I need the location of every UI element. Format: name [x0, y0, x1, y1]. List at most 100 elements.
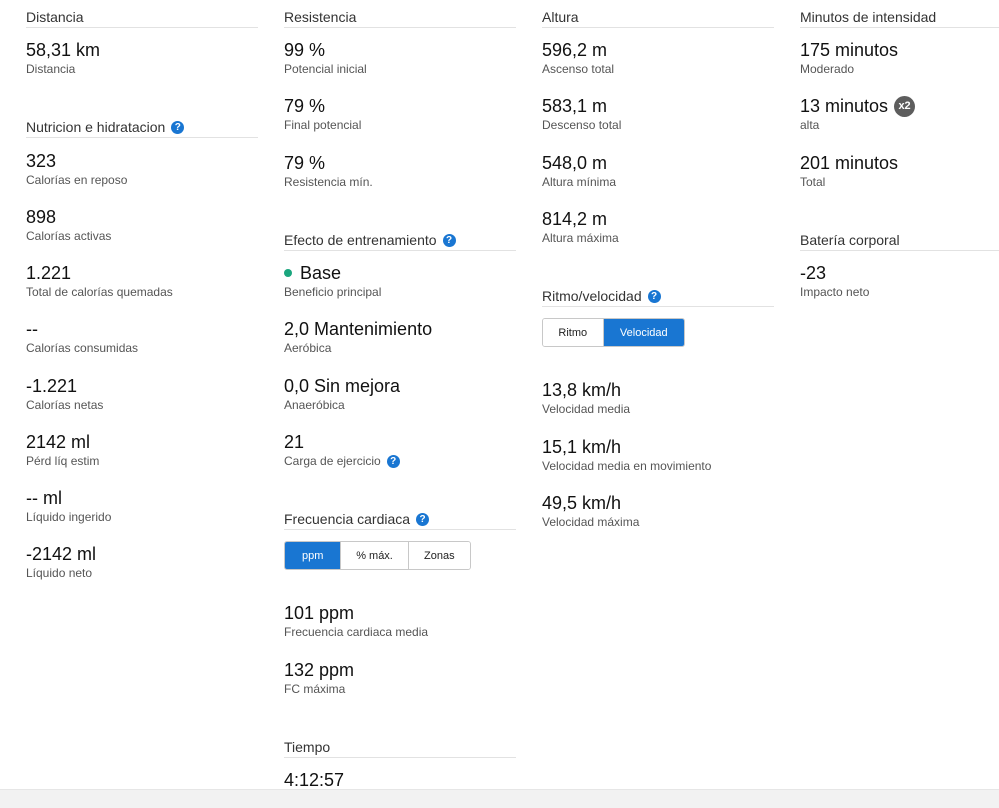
stat-max-heart-rate: 132 ppm FC máxima	[284, 659, 354, 696]
tab-pace[interactable]: Ritmo	[543, 319, 604, 346]
tab-percent-max[interactable]: % máx.	[341, 542, 409, 569]
stat-label: Total de calorías quemadas	[26, 285, 173, 299]
help-icon[interactable]: ?	[171, 120, 185, 134]
stat-label: Resistencia mín.	[284, 175, 373, 189]
stat-value: 814,2 m	[542, 209, 608, 229]
stat-label: FC máxima	[284, 682, 346, 696]
stat-value: 49,5 km/h	[542, 493, 622, 513]
stat-resting-calories: 323 Calorías en reposo	[26, 150, 127, 187]
tab-speed[interactable]: Velocidad	[603, 319, 684, 346]
stat-value: -2142 ml	[26, 544, 97, 564]
stat-value: 548,0 m	[542, 153, 608, 173]
stat-body-battery: -23 Impacto neto	[800, 262, 869, 299]
pace-speed-toggle: Ritmo Velocidad	[542, 318, 685, 347]
stat-value: 2,0 Mantenimiento	[284, 319, 433, 339]
stat-value: 201 minutos	[800, 153, 899, 173]
stat-value: 101 ppm	[284, 603, 355, 623]
stat-avg-moving-speed: 15,1 km/h Velocidad media en movimiento	[542, 436, 711, 473]
stat-net-calories: -1.221 Calorías netas	[26, 375, 103, 412]
stat-value: --	[26, 319, 38, 339]
help-icon[interactable]: ?	[386, 454, 400, 468]
stat-value: 1.221	[26, 263, 72, 283]
stat-label: Moderado	[800, 62, 855, 76]
stat-exercise-load: 21 Carga de ejercicio ?	[284, 431, 400, 468]
section-title-heart-rate: Frecuencia cardiaca ?	[284, 510, 516, 530]
section-title-time: Tiempo	[284, 738, 516, 758]
stat-value: 0,0 Sin mejora	[284, 376, 401, 396]
stat-max-elevation: 814,2 m Altura máxima	[542, 208, 619, 245]
stat-value: 583,1 m	[542, 96, 608, 116]
stat-label: Descenso total	[542, 118, 622, 132]
stat-max-speed: 49,5 km/h Velocidad máxima	[542, 492, 639, 529]
stat-label: Calorías en reposo	[26, 173, 128, 187]
stat-primary-benefit: Base Beneficio principal	[284, 262, 381, 299]
stat-label: Líquido neto	[26, 566, 93, 580]
section-title-intensity: Minutos de intensidad	[800, 8, 999, 28]
tab-ppm[interactable]: ppm	[285, 542, 342, 569]
stat-total-calories: 1.221 Total de calorías quemadas	[26, 262, 173, 299]
stat-label: Impacto neto	[800, 285, 870, 299]
tab-zones[interactable]: Zonas	[408, 542, 470, 569]
stat-aerobic: 2,0 Mantenimiento Aeróbica	[284, 318, 432, 355]
stat-label: Anaeróbica	[284, 398, 345, 412]
stat-avg-speed: 13,8 km/h Velocidad media	[542, 379, 630, 416]
stat-label: Calorías netas	[26, 398, 104, 412]
stat-label: Beneficio principal	[284, 285, 382, 299]
stat-min-elevation: 548,0 m Altura mínima	[542, 152, 616, 189]
stat-value: 4:12:57	[284, 770, 345, 790]
stat-value: 21	[284, 432, 305, 452]
section-title-pace-speed: Ritmo/velocidad ?	[542, 287, 774, 307]
help-icon[interactable]: ?	[442, 233, 456, 247]
stat-value: -23	[800, 263, 827, 283]
stat-label: Final potencial	[284, 118, 362, 132]
stat-distance: 58,31 km Distancia	[26, 39, 100, 76]
stat-value: 596,2 m	[542, 40, 608, 60]
stat-end-potential: 79 % Final potencial	[284, 95, 361, 132]
stat-moderate-minutes: 175 minutos Moderado	[800, 39, 898, 76]
stat-value: 175 minutos	[800, 40, 899, 60]
section-title-elevation: Altura	[542, 8, 774, 28]
stat-net-fluid: -2142 ml Líquido neto	[26, 543, 96, 580]
stat-value: 15,1 km/h	[542, 437, 622, 457]
stat-value: 898	[26, 207, 57, 227]
stat-label: Total	[800, 175, 826, 189]
help-icon[interactable]: ?	[416, 512, 430, 526]
stat-total-ascent: 596,2 m Ascenso total	[542, 39, 614, 76]
section-title-training-effect: Efecto de entrenamiento ?	[284, 231, 516, 251]
stat-label: Calorías consumidas	[26, 341, 139, 355]
multiplier-badge: x2	[894, 95, 916, 117]
stat-label: Pérd líq estim	[26, 454, 100, 468]
section-title-nutrition: Nutricion e hidratacion ?	[26, 118, 258, 138]
stat-value: 58,31 km	[26, 40, 101, 60]
stat-value: Base	[284, 262, 381, 284]
stat-value: 132 ppm	[284, 660, 355, 680]
status-dot-icon	[284, 269, 292, 277]
stat-label: Frecuencia cardiaca media	[284, 625, 429, 639]
stat-anaerobic: 0,0 Sin mejora Anaeróbica	[284, 375, 400, 412]
help-icon[interactable]: ?	[647, 289, 661, 303]
stat-label: Velocidad media	[542, 402, 631, 416]
stat-label: Velocidad media en movimiento	[542, 459, 712, 473]
section-title-stamina: Resistencia	[284, 8, 516, 28]
stat-value: 79 %	[284, 153, 326, 173]
section-title-distance: Distancia	[26, 8, 258, 28]
stat-value: 99 %	[284, 40, 326, 60]
stat-label: Calorías activas	[26, 229, 112, 243]
stat-time: 4:12:57	[284, 769, 344, 791]
stat-label: Ascenso total	[542, 62, 615, 76]
stat-value: -1.221	[26, 376, 78, 396]
stat-label: Altura mínima	[542, 175, 617, 189]
stat-vigorous-minutes: 13 minutos x2 alta	[800, 95, 916, 132]
stat-value: -- ml	[26, 488, 62, 508]
stat-active-calories: 898 Calorías activas	[26, 206, 111, 243]
stat-min-stamina: 79 % Resistencia mín.	[284, 152, 373, 189]
stat-value: 13,8 km/h	[542, 380, 622, 400]
stat-fluid-intake: -- ml Líquido ingerido	[26, 487, 111, 524]
bottom-bar	[0, 789, 999, 808]
stat-label: Carga de ejercicio ?	[284, 454, 400, 468]
stat-label: Líquido ingerido	[26, 510, 112, 524]
stat-fluid-loss: 2142 ml Pérd líq estim	[26, 431, 99, 468]
stat-consumed-calories: -- Calorías consumidas	[26, 318, 138, 355]
stat-total-descent: 583,1 m Descenso total	[542, 95, 621, 132]
stat-start-potential: 99 % Potencial inicial	[284, 39, 367, 76]
